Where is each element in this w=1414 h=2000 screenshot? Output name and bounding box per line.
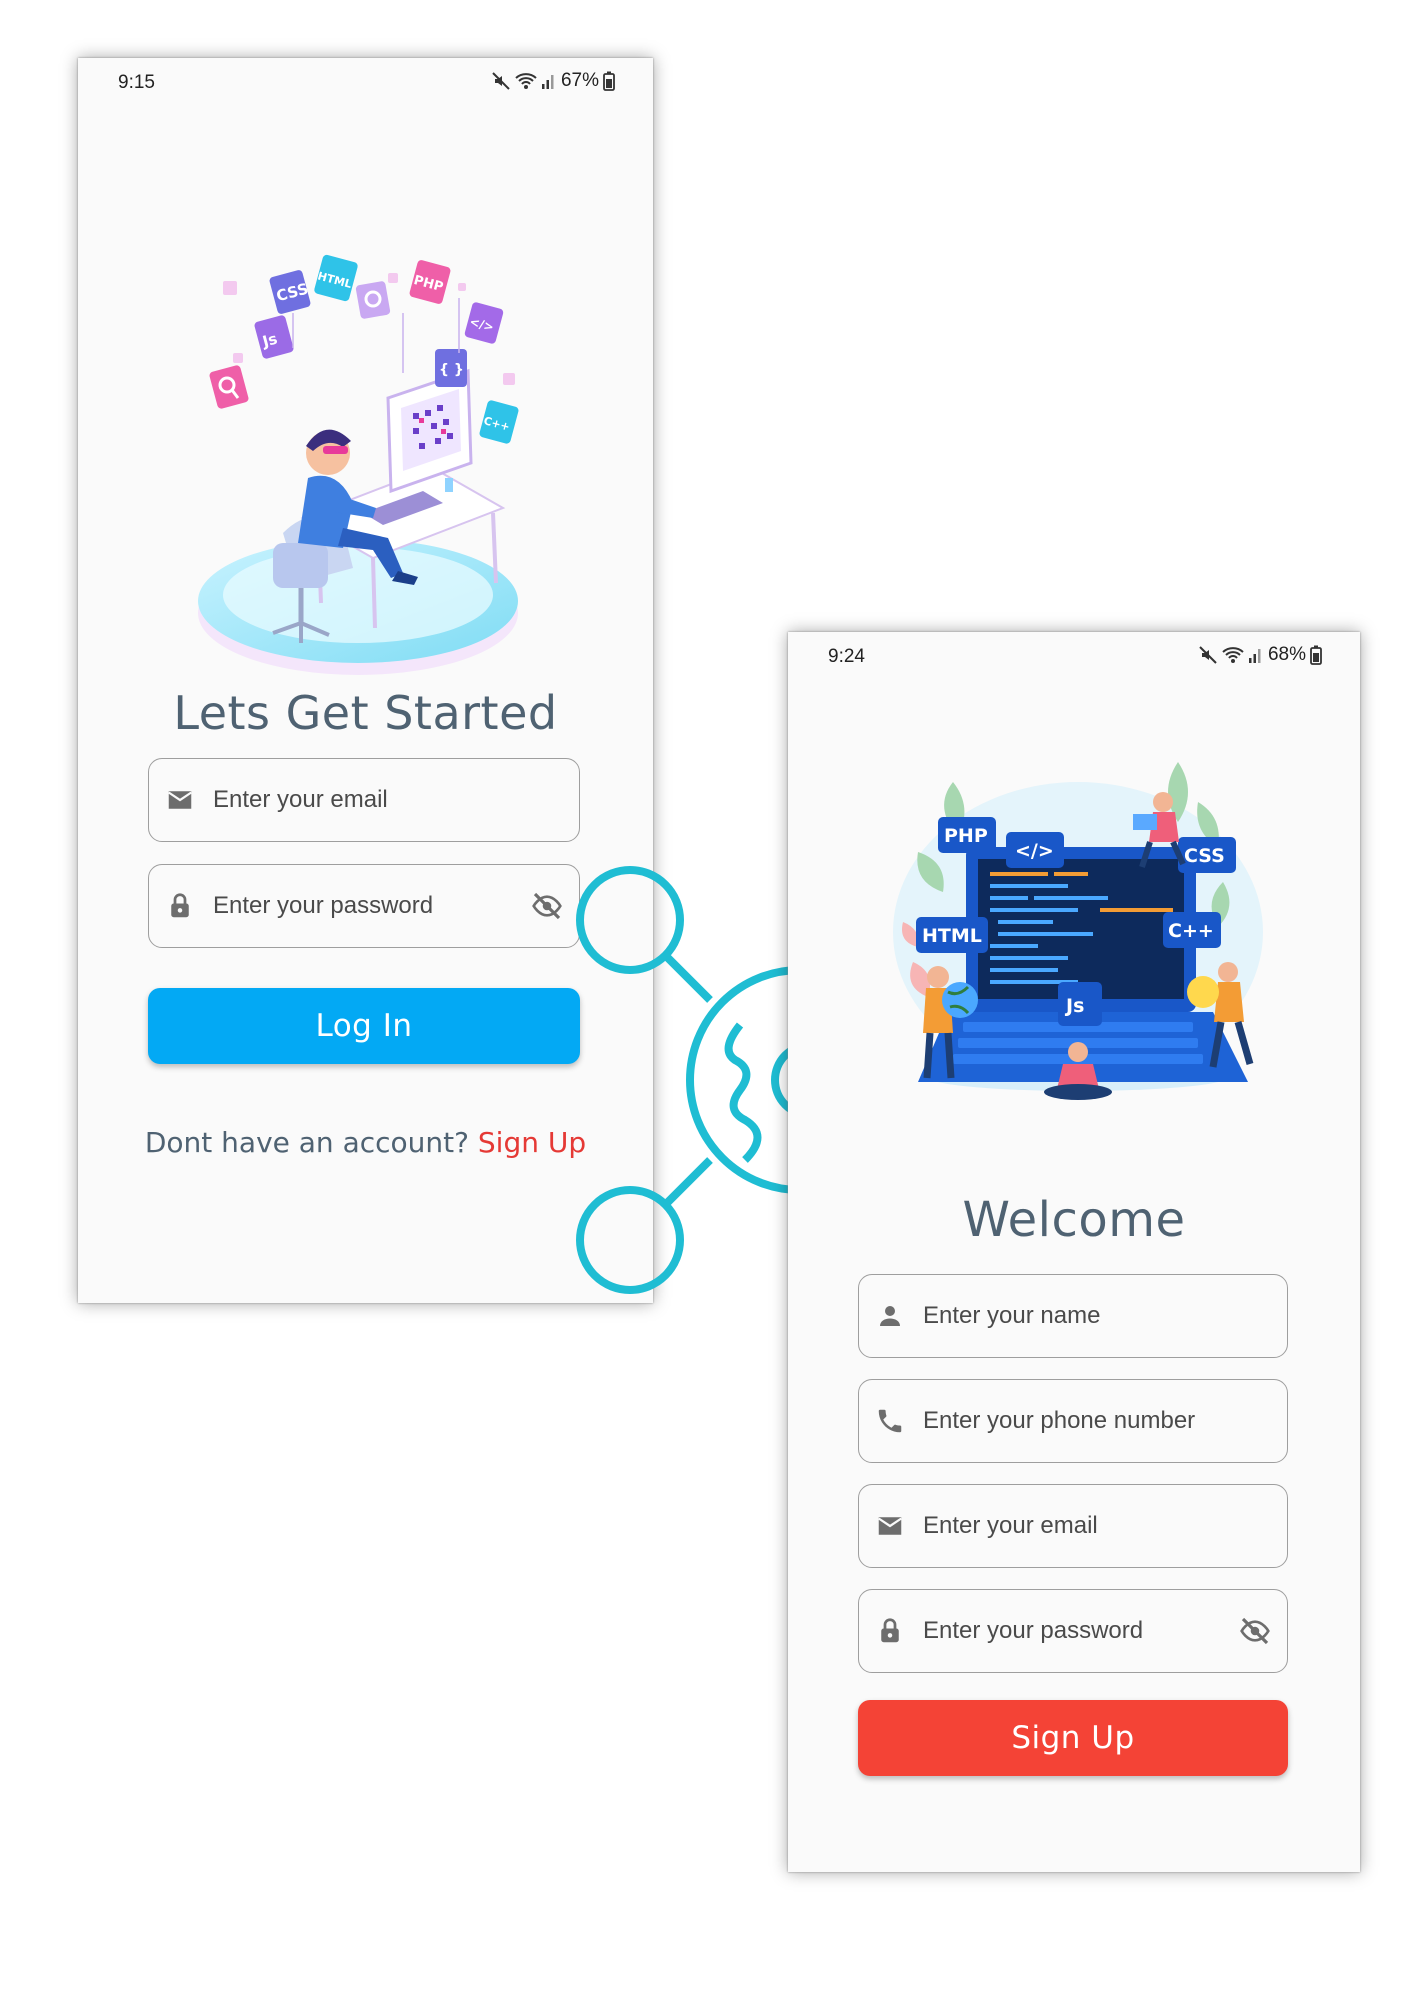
- visibility-off-icon[interactable]: [531, 890, 563, 922]
- password-field[interactable]: Enter your password: [148, 864, 580, 948]
- name-placeholder: Enter your name: [923, 1302, 1101, 1329]
- password-field[interactable]: Enter your password: [858, 1589, 1288, 1673]
- html-tag: HTML: [922, 925, 982, 947]
- js-tag: Js: [1064, 995, 1084, 1017]
- signup-screen: 9:24 68% PHP </> CSS HTML C++ Js Welcome…: [788, 632, 1360, 1872]
- status-time: 9:15: [118, 72, 155, 93]
- battery-percent: 68%: [1267, 644, 1306, 665]
- wifi-icon: [515, 73, 537, 89]
- signal-icon: [1248, 649, 1261, 663]
- battery-icon: [1310, 645, 1322, 665]
- lock-icon: [881, 1618, 899, 1643]
- coding-team-illustration: PHP </> CSS HTML C++ Js: [893, 762, 1263, 1100]
- status-icons: 68%: [1198, 644, 1322, 666]
- person-icon: [880, 1306, 900, 1326]
- gear-connector-icon: [576, 866, 820, 1294]
- developer-illustration: CSS HTML PHP Js </> { } C++: [198, 254, 519, 675]
- lock-icon: [171, 893, 189, 918]
- status-bar: 9:15 67%: [78, 58, 653, 108]
- braces-tag: { }: [439, 362, 464, 378]
- signal-icon: [541, 75, 554, 89]
- password-placeholder: Enter your password: [923, 1617, 1144, 1644]
- code-tag: </>: [1015, 840, 1054, 862]
- php-tag: PHP: [944, 825, 988, 847]
- signup-button[interactable]: Sign Up: [858, 1700, 1288, 1776]
- page-title: Lets Get Started: [173, 686, 558, 740]
- phone-icon: [878, 1409, 902, 1433]
- email-icon: [168, 791, 192, 809]
- cpp-tag: C++: [1168, 920, 1214, 942]
- status-bar: 9:24 68%: [788, 632, 1360, 682]
- email-field[interactable]: Enter your email: [148, 758, 580, 842]
- mute-icon: [1199, 646, 1217, 664]
- status-icons: 67%: [491, 70, 615, 92]
- phone-placeholder: Enter your phone number: [923, 1407, 1196, 1434]
- login-button[interactable]: Log In: [148, 988, 580, 1064]
- phone-field[interactable]: Enter your phone number: [858, 1379, 1288, 1463]
- css-tag: CSS: [1184, 845, 1225, 867]
- email-icon: [878, 1517, 902, 1535]
- visibility-off-icon[interactable]: [1239, 1615, 1271, 1647]
- battery-percent: 67%: [560, 70, 599, 91]
- battery-icon: [603, 71, 615, 91]
- status-time: 9:24: [828, 646, 865, 667]
- email-placeholder: Enter your email: [213, 786, 388, 813]
- no-account-text: Dont have an account?: [144, 1126, 469, 1159]
- password-placeholder: Enter your password: [213, 892, 434, 919]
- name-field[interactable]: Enter your name: [858, 1274, 1288, 1358]
- wifi-icon: [1222, 647, 1244, 663]
- email-placeholder: Enter your email: [923, 1512, 1098, 1539]
- mute-icon: [492, 72, 510, 90]
- page-title: Welcome: [962, 1192, 1186, 1248]
- email-field[interactable]: Enter your email: [858, 1484, 1288, 1568]
